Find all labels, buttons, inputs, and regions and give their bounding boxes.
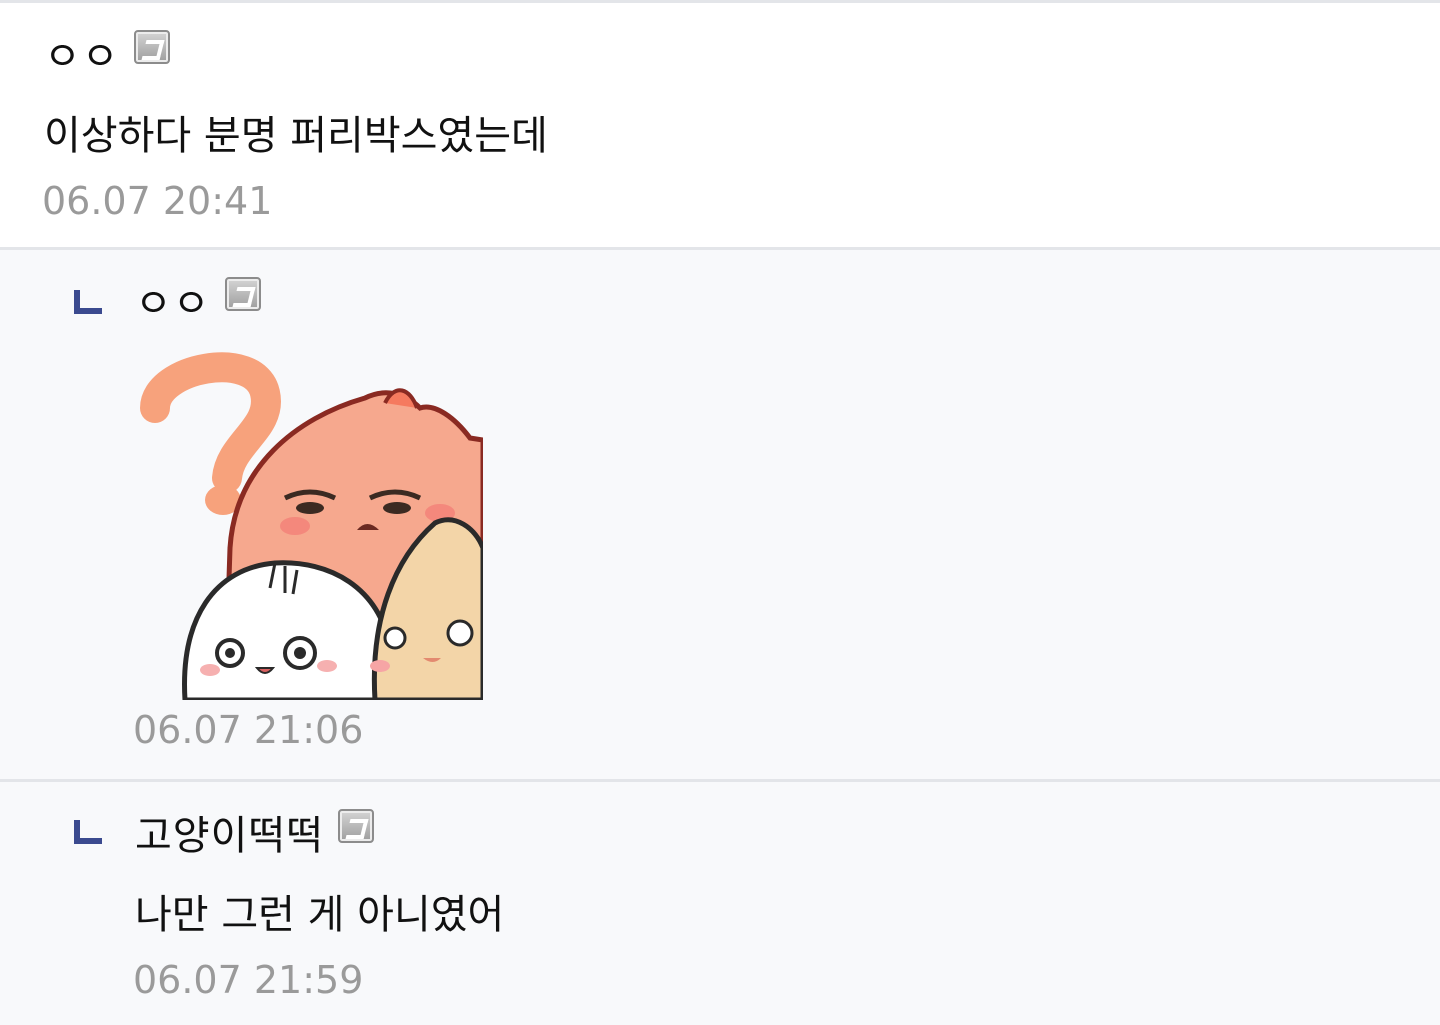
reply-item: ㅇㅇ 06.07 21:06: [0, 250, 1440, 782]
fixed-nick-badge-icon: [133, 30, 170, 64]
comment-header: ㅇㅇ: [135, 277, 261, 328]
dumpling-sticker-image: [135, 348, 483, 700]
comment-item: ㅇㅇ 이상하다 분명 퍼리박스였는데 06.07 20:41: [0, 0, 1440, 250]
comment-text: 나만 그런 게 아니였어: [135, 892, 505, 938]
fixed-nick-badge-icon: [224, 277, 261, 311]
comment-timestamp: 06.07 21:59: [133, 958, 364, 1002]
comment-header: ㅇㅇ: [44, 30, 170, 81]
comment-timestamp: 06.07 21:06: [133, 708, 364, 752]
comment-timestamp: 06.07 20:41: [42, 179, 273, 223]
reply-arrow-icon: [74, 290, 102, 314]
reply-item: 고양이떡떡 나만 그런 게 아니였어 06.07 21:59: [0, 782, 1440, 1025]
comment-text: 이상하다 분명 퍼리박스였는데: [44, 113, 548, 159]
comment-nickname[interactable]: ㅇㅇ: [44, 33, 120, 81]
fixed-nick-badge-icon: [338, 809, 374, 843]
comment-header: 고양이떡떡: [135, 809, 374, 860]
reply-arrow-icon: [74, 820, 102, 844]
comment-nickname[interactable]: ㅇㅇ: [135, 280, 211, 328]
comment-nickname[interactable]: 고양이떡떡: [135, 812, 324, 860]
comment-list: ㅇㅇ 이상하다 분명 퍼리박스였는데 06.07 20:41 ㅇㅇ 06.07 …: [0, 0, 1440, 1025]
